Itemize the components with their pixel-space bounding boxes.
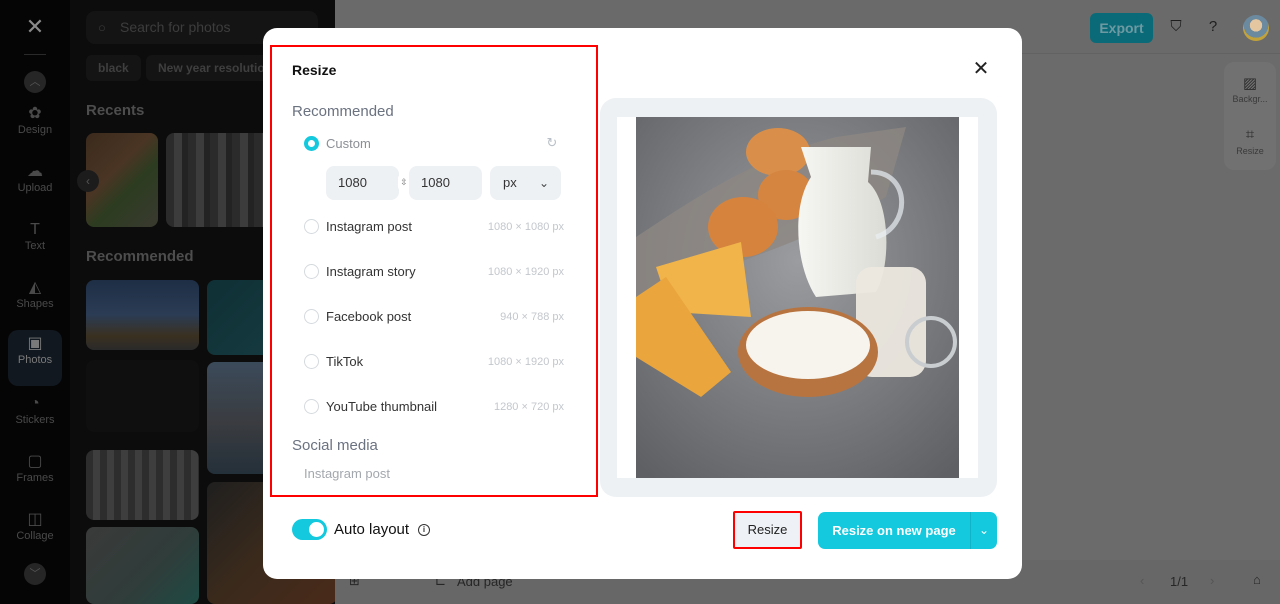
photos-icon: ▣: [27, 335, 43, 352]
preview-image: [636, 117, 959, 478]
rail-item-shapes[interactable]: ◭ Shapes: [8, 274, 62, 326]
scroll-fade: [272, 486, 596, 495]
chevron-down-icon: ⌄: [538, 176, 549, 190]
unit-select[interactable]: px ⌄: [490, 166, 561, 200]
custom-radio[interactable]: [304, 136, 319, 151]
auto-layout-label: Auto layout: [334, 521, 410, 538]
rail-item-stickers[interactable]: ◔ Stickers: [8, 390, 62, 442]
custom-label[interactable]: Custom: [326, 136, 371, 151]
shapes-icon: ◭: [28, 279, 42, 296]
dialog-title: Resize: [292, 62, 337, 78]
photo-thumbnail[interactable]: [86, 527, 199, 604]
rail-scroll-down-button[interactable]: ﹀: [24, 563, 46, 585]
help-icon[interactable]: ?: [1203, 17, 1223, 37]
info-icon[interactable]: i: [418, 524, 430, 536]
rail-scroll-up-button[interactable]: ︿: [24, 71, 46, 93]
next-page-icon[interactable]: ›: [1210, 573, 1214, 588]
recommended-group-title: Recommended: [292, 103, 394, 120]
preset-dims: 1280 × 720 px: [493, 401, 564, 413]
rail-item-upload[interactable]: ☁ Upload: [8, 158, 62, 210]
design-icon: ✿: [28, 105, 42, 122]
text-icon: T: [30, 221, 40, 238]
preset-label[interactable]: Instagram post: [326, 219, 412, 234]
instagram-post-radio[interactable]: [304, 219, 319, 234]
prev-page-icon[interactable]: ‹: [1140, 573, 1144, 588]
reset-icon[interactable]: ↻: [545, 136, 559, 150]
carousel-prev-button[interactable]: ‹: [77, 170, 99, 192]
width-input[interactable]: 1080: [326, 166, 399, 200]
search-icon: ○: [98, 20, 106, 35]
page-indicator: 1/1: [1170, 574, 1189, 589]
recommended-title: Recommended: [86, 248, 194, 265]
toolbox-icon[interactable]: ⌂: [1253, 572, 1261, 587]
background-icon: ▨: [1242, 75, 1258, 92]
upload-cloud-icon: ☁: [27, 163, 43, 180]
cottage-cheese-shape: [746, 311, 870, 379]
resize-tool[interactable]: ⌗ Resize: [1224, 126, 1276, 156]
facebook-post-radio[interactable]: [304, 309, 319, 324]
frames-icon: ▢: [27, 453, 43, 470]
stickers-icon: ◔: [30, 395, 40, 412]
export-button[interactable]: Export: [1090, 13, 1153, 43]
tiktok-radio[interactable]: [304, 354, 319, 369]
youtube-thumbnail-radio[interactable]: [304, 399, 319, 414]
background-tool[interactable]: ▨ Backgr...: [1224, 74, 1276, 104]
resize-button[interactable]: Resize: [733, 511, 802, 549]
capcut-logo-icon: ✕: [25, 14, 45, 39]
close-button[interactable]: ✕: [970, 58, 992, 80]
photo-thumbnail[interactable]: [86, 280, 199, 350]
recents-title: Recents: [86, 102, 145, 119]
resize-icon: ⌗: [1245, 126, 1255, 143]
collage-icon: ◫: [27, 511, 43, 528]
preset-label[interactable]: YouTube thumbnail: [326, 399, 437, 414]
auto-layout-toggle[interactable]: [292, 519, 327, 540]
side-tools: ▨ Backgr... ⌗ Resize: [1224, 62, 1276, 170]
rail-item-frames[interactable]: ▢ Frames: [8, 448, 62, 500]
photo-thumbnail[interactable]: [86, 450, 199, 520]
chevron-down-icon: ⌄: [978, 523, 990, 537]
resize-on-new-page-button[interactable]: Resize on new page: [818, 512, 970, 549]
preset-label[interactable]: TikTok: [326, 354, 363, 369]
height-input[interactable]: 1080: [409, 166, 482, 200]
rail-item-text[interactable]: T Text: [8, 216, 62, 268]
preset-dims: 1080 × 1920 px: [487, 356, 564, 368]
instagram-story-radio[interactable]: [304, 264, 319, 279]
preset-dims: 1080 × 1080 px: [487, 221, 564, 233]
egg-shape: [708, 197, 778, 257]
toggle-knob: [309, 522, 324, 537]
preset-label[interactable]: Facebook post: [326, 309, 411, 324]
social-media-group-title: Social media: [292, 437, 378, 454]
photo-thumbnail[interactable]: [86, 360, 199, 432]
rail-item-design[interactable]: ✿ Design: [8, 100, 62, 152]
rail-item-collage[interactable]: ◫ Collage: [8, 506, 62, 558]
user-avatar[interactable]: [1243, 15, 1269, 41]
rail-item-photos[interactable]: ▣ Photos: [8, 330, 62, 386]
rail-divider: [24, 54, 46, 55]
resize-options-dropdown[interactable]: ⌄: [970, 512, 997, 549]
preset-dims: 940 × 788 px: [500, 311, 564, 323]
left-rail: ✕ ︿ ✿ Design ☁ Upload T Text ◭ Shapes ▣ …: [0, 0, 70, 604]
preset-label[interactable]: Instagram story: [326, 264, 416, 279]
preset-dims: 1080 × 1920 px: [487, 266, 564, 278]
tag-chip[interactable]: black: [86, 55, 141, 81]
social-media-item[interactable]: Instagram post: [304, 466, 390, 481]
dairy-photo-illustration: [636, 117, 959, 478]
egg-shape: [746, 128, 810, 176]
shield-check-icon[interactable]: ⛉: [1166, 17, 1186, 37]
